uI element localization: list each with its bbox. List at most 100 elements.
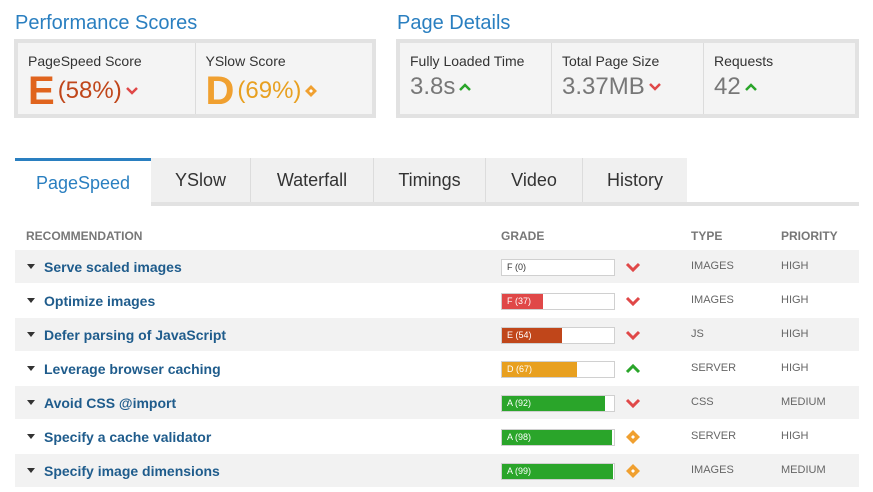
grade-label: D (67) — [507, 364, 533, 374]
grade-label: A (92) — [507, 398, 532, 408]
fully-loaded-time-value: 3.8s — [410, 73, 541, 101]
grade-bar: F (37) — [501, 293, 615, 310]
grade-label: E (54) — [507, 330, 532, 340]
grade-bar: D (67) — [501, 361, 615, 378]
tab-yslow[interactable]: YSlow — [151, 158, 251, 202]
recommendation-priority: MEDIUM — [781, 396, 826, 408]
recommendation-priority: MEDIUM — [781, 464, 826, 476]
pagespeed-score-label: PageSpeed Score — [28, 53, 142, 69]
performance-scores-title: Performance Scores — [15, 12, 198, 34]
header-priority: PRIORITY — [781, 229, 838, 243]
report-tabs: PageSpeed YSlow Waterfall Timings Video … — [15, 158, 859, 206]
header-grade: GRADE — [501, 229, 545, 243]
requests-value: 42 — [714, 73, 845, 101]
recommendations-table: Serve scaled images F (0) IMAGES HIGH Optimi… — [15, 250, 859, 488]
table-row[interactable]: Specify a cache validator A (98) SERVER HIG… — [15, 420, 859, 454]
recommendation-name[interactable]: Defer parsing of JavaScript — [44, 327, 226, 343]
grade-bar: A (99) — [501, 463, 615, 480]
expand-caret-icon[interactable] — [27, 264, 35, 269]
recommendation-priority: HIGH — [781, 294, 809, 306]
recommendation-name[interactable]: Serve scaled images — [44, 259, 182, 275]
total-page-size-number: 3.37MB — [562, 73, 645, 100]
total-page-size-cell: Total Page Size 3.37MB — [552, 43, 704, 114]
pagespeed-score-value: E (58%) — [28, 69, 185, 113]
requests-label: Requests — [714, 53, 774, 69]
expand-caret-icon[interactable] — [27, 434, 35, 439]
chevron-down-icon — [648, 82, 661, 92]
recommendation-type: JS — [691, 328, 704, 340]
table-row[interactable]: Defer parsing of JavaScript E (54) JS HIGH — [15, 318, 859, 352]
recommendation-priority: HIGH — [781, 362, 809, 374]
chevron-down-icon — [125, 86, 138, 96]
table-row[interactable]: Serve scaled images F (0) IMAGES HIGH — [15, 250, 859, 284]
recommendation-type: IMAGES — [691, 260, 734, 272]
pagespeed-score-cell: PageSpeed Score E (58%) — [18, 43, 196, 114]
expand-caret-icon[interactable] — [27, 468, 35, 473]
chevron-up-icon — [459, 82, 472, 92]
fully-loaded-time-cell: Fully Loaded Time 3.8s — [400, 43, 552, 114]
grade-bar: F (0) — [501, 259, 615, 276]
yslow-score-cell: YSlow Score D (69%) — [196, 43, 373, 114]
chevron-down-icon — [625, 396, 641, 410]
grade-label: F (37) — [507, 296, 532, 306]
tab-timings[interactable]: Timings — [374, 158, 486, 202]
total-page-size-label: Total Page Size — [562, 53, 660, 69]
expand-caret-icon[interactable] — [27, 298, 35, 303]
page-details-title: Page Details — [397, 12, 511, 34]
fully-loaded-time-number: 3.8s — [410, 73, 456, 100]
grade-label: A (99) — [507, 466, 532, 476]
grade-bar: E (54) — [501, 327, 615, 344]
recommendation-priority: HIGH — [781, 430, 809, 442]
grade-label: A (98) — [507, 432, 532, 442]
recommendation-type: SERVER — [691, 362, 737, 374]
total-page-size-value: 3.37MB — [562, 73, 693, 101]
tab-pagespeed[interactable]: PageSpeed — [15, 158, 151, 206]
table-row[interactable]: Optimize images F (37) IMAGES HIGH — [15, 284, 859, 318]
tab-video[interactable]: Video — [486, 158, 583, 202]
diamond-neutral-icon — [305, 85, 318, 97]
table-row[interactable]: Leverage browser caching D (67) SERVER HIGH — [15, 352, 859, 386]
recommendation-type: IMAGES — [691, 294, 734, 306]
expand-caret-icon[interactable] — [27, 400, 35, 405]
header-type: TYPE — [691, 229, 723, 243]
recommendation-type: SERVER — [691, 430, 737, 442]
header-recommendation: RECOMMENDATION — [26, 229, 143, 243]
yslow-grade-letter: D — [205, 69, 235, 113]
yslow-score-percent: (69%) — [237, 77, 302, 104]
table-row[interactable]: Specify image dimensions A (99) IMAGES MEDI… — [15, 454, 859, 488]
grade-bar: A (92) — [501, 395, 615, 412]
chevron-down-icon — [625, 260, 641, 274]
expand-caret-icon[interactable] — [27, 366, 35, 371]
recommendation-name[interactable]: Avoid CSS @import — [44, 395, 176, 411]
fully-loaded-time-label: Fully Loaded Time — [410, 53, 525, 69]
recommendation-name[interactable]: Specify a cache validator — [44, 429, 211, 445]
chevron-up-icon — [744, 82, 757, 92]
chevron-down-icon — [625, 328, 641, 342]
grade-bar: A (98) — [501, 429, 615, 446]
recommendation-priority: HIGH — [781, 328, 809, 340]
expand-caret-icon[interactable] — [27, 332, 35, 337]
recommendations-table-header: RECOMMENDATION GRADE TYPE PRIORITY — [15, 222, 859, 248]
tab-waterfall[interactable]: Waterfall — [251, 158, 374, 202]
pagespeed-score-percent: (58%) — [57, 77, 122, 104]
recommendation-type: CSS — [691, 396, 714, 408]
recommendation-name[interactable]: Specify image dimensions — [44, 463, 220, 479]
tab-history[interactable]: History — [583, 158, 687, 202]
diamond-neutral-icon — [625, 430, 641, 444]
recommendation-name[interactable]: Leverage browser caching — [44, 361, 221, 377]
performance-scores-panel: PageSpeed Score E (58%) YSlow Score D (6… — [14, 39, 376, 118]
pagespeed-grade-letter: E — [28, 69, 55, 113]
chevron-up-icon — [625, 362, 641, 376]
chevron-down-icon — [625, 294, 641, 308]
requests-number: 42 — [714, 73, 741, 100]
recommendation-priority: HIGH — [781, 260, 809, 272]
yslow-score-label: YSlow Score — [205, 53, 286, 69]
table-row[interactable]: Avoid CSS @import A (92) CSS MEDIUM — [15, 386, 859, 420]
yslow-score-value: D (69%) — [205, 69, 363, 113]
recommendation-type: IMAGES — [691, 464, 734, 476]
requests-cell: Requests 42 — [704, 43, 855, 114]
diamond-neutral-icon — [625, 464, 641, 478]
grade-label: F (0) — [507, 262, 526, 272]
page-details-panel: Fully Loaded Time 3.8s Total Page Size 3… — [396, 39, 859, 118]
recommendation-name[interactable]: Optimize images — [44, 293, 155, 309]
